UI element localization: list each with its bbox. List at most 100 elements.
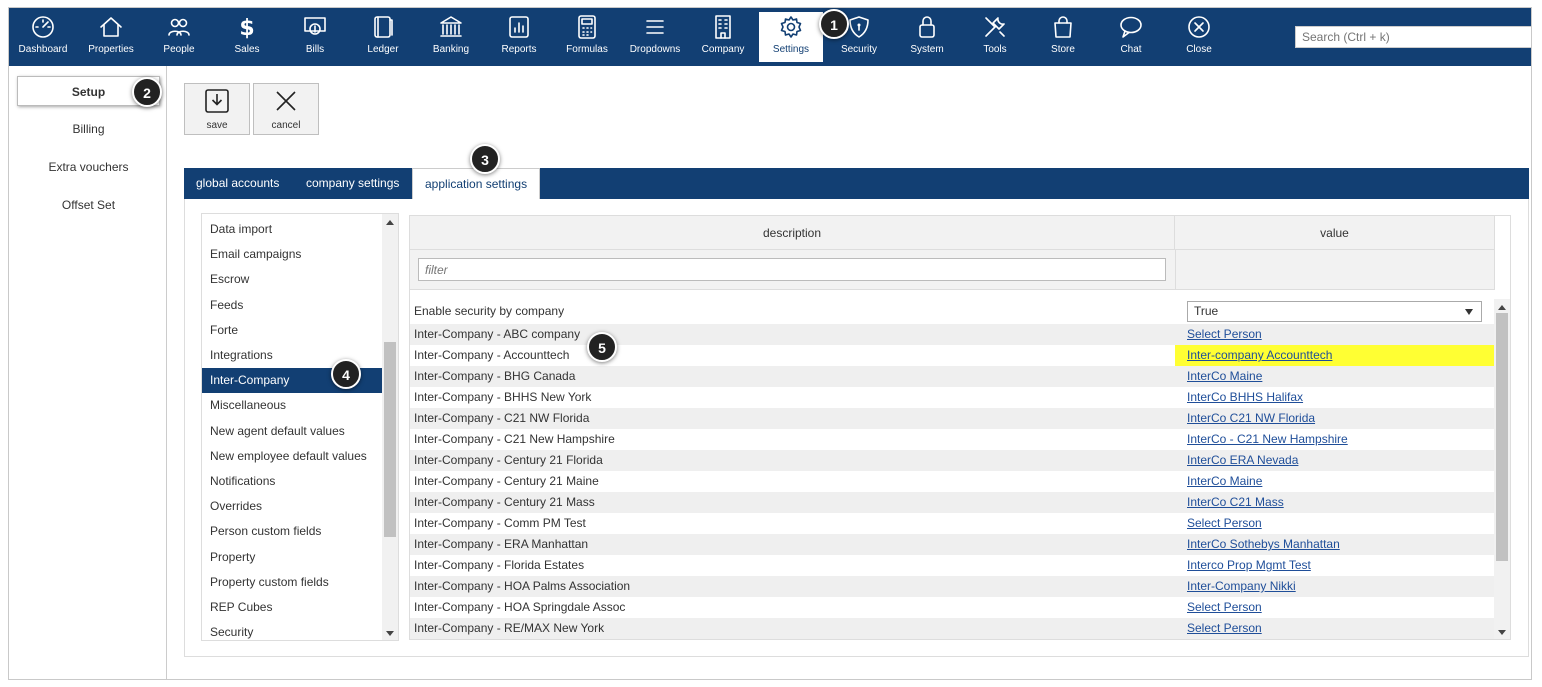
row-value-link[interactable]: InterCo C21 Mass	[1187, 492, 1284, 513]
table-row[interactable]: Enable security by company True	[410, 299, 1495, 324]
category-item[interactable]: Email campaigns	[202, 242, 384, 267]
table-row[interactable]: Inter-Company - Century 21 Maine InterCo …	[410, 471, 1495, 492]
row-value-link[interactable]: Select Person	[1187, 513, 1262, 534]
svg-text:$: $	[239, 16, 254, 40]
category-item[interactable]: Property custom fields	[202, 570, 384, 595]
nav-label: Security	[840, 44, 878, 55]
row-value-link[interactable]: InterCo ERA Nevada	[1187, 450, 1298, 471]
category-item[interactable]: Overrides	[202, 494, 384, 519]
nav-item-banking[interactable]: Banking	[417, 8, 485, 66]
table-row[interactable]: Inter-Company - Century 21 Florida InterC…	[410, 450, 1495, 471]
scroll-thumb[interactable]	[384, 342, 396, 537]
table-row[interactable]: Inter-Company - ERA Manhattan InterCo Sot…	[410, 534, 1495, 555]
scroll-up-icon[interactable]	[386, 220, 394, 225]
scroll-thumb[interactable]	[1496, 313, 1508, 561]
row-value-link[interactable]: Inter-company Accounttech	[1187, 345, 1332, 366]
nav-label: Banking	[432, 44, 470, 55]
category-item[interactable]: Forte	[202, 318, 384, 343]
category-item[interactable]: New employee default values	[202, 444, 384, 469]
row-value-link[interactable]: Inter-Company Nikki	[1187, 576, 1296, 597]
nav-item-sales[interactable]: $ Sales	[213, 8, 281, 66]
row-value-link[interactable]: InterCo BHHS Halifax	[1187, 387, 1303, 408]
row-value-link[interactable]: InterCo Maine	[1187, 471, 1262, 492]
category-item[interactable]: Feeds	[202, 293, 384, 318]
category-scrollbar[interactable]	[382, 214, 398, 640]
category-item[interactable]: Escrow	[202, 267, 384, 292]
row-value-link[interactable]: Select Person	[1187, 597, 1262, 618]
category-item[interactable]: Security	[202, 620, 384, 640]
category-item[interactable]: New agent default values	[202, 419, 384, 444]
row-value-link[interactable]: InterCo - C21 New Hampshire	[1187, 429, 1348, 450]
table-row[interactable]: Inter-Company - C21 NW Florida InterCo C2…	[410, 408, 1495, 429]
table-row[interactable]: Inter-Company - Realty Realty InterCo - R…	[410, 639, 1495, 640]
table-row[interactable]: Inter-Company - Century 21 Mass InterCo C…	[410, 492, 1495, 513]
table-row[interactable]: Inter-Company - Florida Estates Interco P…	[410, 555, 1495, 576]
grid-scrollbar[interactable]	[1494, 299, 1510, 639]
nav-item-dashboard[interactable]: Dashboard	[9, 8, 77, 66]
row-value-link[interactable]: InterCo C21 NW Florida	[1187, 408, 1315, 429]
tab-company-settings[interactable]: company settings	[294, 168, 411, 199]
save-button[interactable]: save	[184, 83, 250, 135]
nav-item-chat[interactable]: Chat	[1097, 8, 1165, 66]
nav-item-store[interactable]: Store	[1029, 8, 1097, 66]
row-description: Inter-Company - Realty Realty	[414, 639, 575, 640]
category-item[interactable]: Notifications	[202, 469, 384, 494]
nav-item-settings[interactable]: Settings	[759, 12, 823, 62]
table-row[interactable]: Inter-Company - ABC company Select Person	[410, 324, 1495, 345]
nav-item-close[interactable]: Close	[1165, 8, 1233, 66]
table-row[interactable]: Inter-Company - Accounttech Inter-company…	[410, 345, 1497, 366]
nav-item-dropdowns[interactable]: Dropdowns	[621, 8, 689, 66]
column-header-value[interactable]: value	[1175, 216, 1495, 250]
scroll-down-icon[interactable]	[386, 631, 394, 636]
nav-item-bills[interactable]: Bills	[281, 8, 349, 66]
tab-global-accounts[interactable]: global accounts	[184, 168, 291, 199]
row-description: Enable security by company	[414, 304, 565, 318]
value-select[interactable]: True	[1187, 301, 1482, 322]
nav-item-ledger[interactable]: Ledger	[349, 8, 417, 66]
sidebar-item-extra-vouchers[interactable]: Extra vouchers	[17, 152, 160, 182]
nav-item-tools[interactable]: Tools	[961, 8, 1029, 66]
row-value-link[interactable]: Select Person	[1187, 324, 1262, 345]
category-item[interactable]: Data import	[202, 217, 384, 242]
settings-sidebar: Setup Billing Extra vouchers Offset Set	[9, 66, 167, 679]
nav-label: Dashboard	[18, 44, 68, 55]
table-row[interactable]: Inter-Company - Comm PM Test Select Perso…	[410, 513, 1495, 534]
row-description: Inter-Company - Florida Estates	[414, 558, 585, 572]
category-item[interactable]: REP Cubes	[202, 595, 384, 620]
filter-input[interactable]	[418, 258, 1166, 281]
nav-item-system[interactable]: System	[893, 8, 961, 66]
row-value-link[interactable]: InterCo Maine	[1187, 366, 1262, 387]
cancel-button[interactable]: cancel	[253, 83, 319, 135]
callout-3: 3	[470, 144, 500, 174]
scroll-up-icon[interactable]	[1498, 305, 1506, 310]
nav-item-people[interactable]: People	[145, 8, 213, 66]
table-row[interactable]: Inter-Company - RE/MAX New York Select Pe…	[410, 618, 1495, 639]
category-item[interactable]: Property	[202, 545, 384, 570]
tab-application-settings[interactable]: application settings	[412, 168, 541, 199]
nav-item-company[interactable]: Company	[689, 8, 757, 66]
nav-item-properties[interactable]: Properties	[77, 8, 145, 66]
nav-item-formulas[interactable]: Formulas	[553, 8, 621, 66]
category-item[interactable]: Person custom fields	[202, 519, 384, 544]
row-value-link[interactable]: Interco Prop Mgmt Test	[1187, 555, 1311, 576]
callout-4: 4	[331, 359, 361, 389]
row-value-link[interactable]: InterCo - Realty Realty	[1187, 639, 1308, 640]
sidebar-item-offset-set[interactable]: Offset Set	[17, 190, 160, 220]
scroll-down-icon[interactable]	[1498, 630, 1506, 635]
row-value-link[interactable]: InterCo Sothebys Manhattan	[1187, 534, 1340, 555]
nav-label: Company	[701, 44, 745, 55]
chevron-down-icon	[1465, 309, 1473, 315]
table-row[interactable]: Inter-Company - BHHS New York InterCo BHH…	[410, 387, 1495, 408]
sidebar-item-billing[interactable]: Billing	[17, 114, 160, 144]
settings-tabs: global accounts company settings applica…	[184, 168, 1529, 199]
table-row[interactable]: Inter-Company - HOA Springdale Assoc Sele…	[410, 597, 1495, 618]
category-item[interactable]: Miscellaneous	[202, 393, 384, 418]
table-row[interactable]: Inter-Company - BHG Canada InterCo Maine	[410, 366, 1495, 387]
table-row[interactable]: Inter-Company - HOA Palms Association Int…	[410, 576, 1495, 597]
column-header-description[interactable]: description	[410, 216, 1175, 250]
search-input[interactable]	[1295, 26, 1531, 48]
row-value-link[interactable]: Select Person	[1187, 618, 1262, 639]
nav-item-reports[interactable]: Reports	[485, 8, 553, 66]
ledger-icon	[374, 16, 393, 38]
table-row[interactable]: Inter-Company - C21 New Hampshire InterCo…	[410, 429, 1495, 450]
